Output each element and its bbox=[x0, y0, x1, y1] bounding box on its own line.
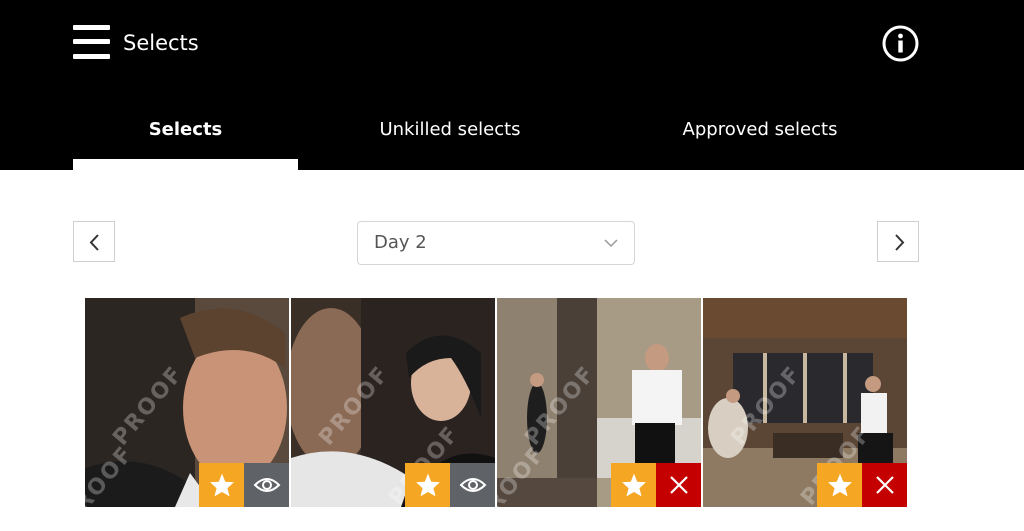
view-button[interactable] bbox=[244, 463, 289, 507]
star-button[interactable] bbox=[199, 463, 244, 507]
star-button[interactable] bbox=[611, 463, 656, 507]
reject-button[interactable] bbox=[862, 463, 907, 507]
page-title: Selects bbox=[123, 31, 199, 55]
tab-unkilled-selects-label: Unkilled selects bbox=[379, 119, 521, 140]
hamburger-menu-icon[interactable] bbox=[73, 25, 110, 59]
tab-unkilled-selects[interactable]: Unkilled selects bbox=[340, 116, 560, 170]
photo-thumbnail[interactable]: PROOF PROOF bbox=[85, 298, 289, 507]
day-select[interactable]: Day 2 bbox=[357, 221, 635, 265]
photo-gallery: PROOF PROOF PROOF PROOF PROOF PROOF bbox=[85, 298, 907, 507]
star-icon bbox=[415, 473, 440, 497]
chevron-down-icon bbox=[604, 239, 618, 248]
photo-thumbnail[interactable]: PROOF PROOF bbox=[497, 298, 701, 507]
tab-selects[interactable]: Selects bbox=[73, 116, 298, 170]
star-icon bbox=[827, 473, 852, 497]
star-icon bbox=[621, 473, 646, 497]
next-day-button[interactable] bbox=[877, 221, 919, 262]
star-button[interactable] bbox=[405, 463, 450, 507]
day-select-value: Day 2 bbox=[374, 232, 427, 253]
eye-icon bbox=[459, 478, 486, 492]
reject-button[interactable] bbox=[656, 463, 701, 507]
top-bar: Selects Selects Unkilled selects Approve… bbox=[0, 0, 1024, 170]
close-icon bbox=[669, 476, 688, 494]
tab-approved-selects[interactable]: Approved selects bbox=[640, 116, 880, 170]
view-button[interactable] bbox=[450, 463, 495, 507]
chevron-right-icon bbox=[895, 234, 905, 251]
star-button[interactable] bbox=[817, 463, 862, 507]
star-icon bbox=[209, 473, 234, 497]
photo-thumbnail[interactable]: PROOF PROOF bbox=[703, 298, 907, 507]
tab-approved-selects-label: Approved selects bbox=[682, 119, 838, 140]
close-icon bbox=[875, 476, 894, 494]
eye-icon bbox=[253, 478, 280, 492]
tab-selects-label: Selects bbox=[148, 119, 223, 140]
photo-thumbnail[interactable]: PROOF PROOF bbox=[291, 298, 495, 507]
chevron-left-icon bbox=[89, 234, 99, 251]
active-tab-indicator bbox=[73, 159, 298, 170]
info-icon[interactable] bbox=[882, 25, 919, 62]
previous-day-button[interactable] bbox=[73, 221, 115, 262]
